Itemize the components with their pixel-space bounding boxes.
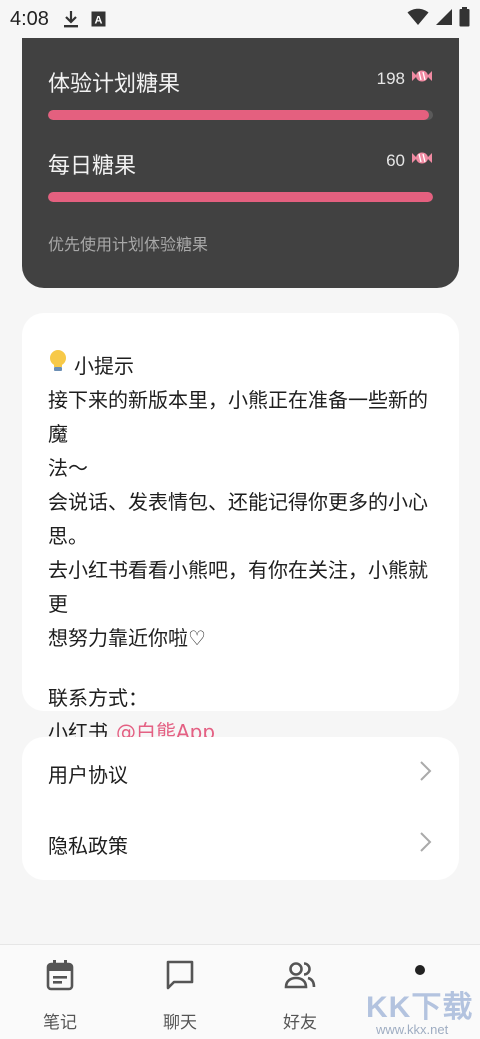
daily-candy-progress (48, 192, 433, 202)
calendar-icon (46, 959, 74, 996)
status-time: 4:08 (10, 7, 49, 30)
chevron-right-icon (419, 760, 433, 787)
svg-text:A: A (94, 15, 102, 27)
daily-candy-row: 每日糖果 60 (48, 148, 433, 202)
trial-candy-label: 体验计划糖果 (48, 72, 181, 97)
nav-friends-label: 好友 (283, 1013, 317, 1033)
bottom-nav: 笔记 聊天 好友 (0, 944, 480, 1039)
nav-tab-notes[interactable]: 笔记 (0, 959, 120, 1033)
a-box-icon: A (91, 11, 106, 27)
trial-candy-progress (48, 110, 433, 120)
links-card: 用户协议 隐私政策 (22, 737, 459, 880)
candy-card: 体验计划糖果 198 每日糖果 60 优先使用计划体验糖果 (22, 38, 459, 288)
tips-line: 接下来的新版本里，小熊正在准备一些新的魔 (48, 388, 428, 446)
contact-label: 联系方式： (48, 686, 148, 710)
download-icon (63, 10, 79, 28)
daily-candy-count-value: 60 (386, 150, 405, 170)
trial-candy-count-value: 198 (376, 68, 405, 88)
nav-tab-profile-dot[interactable] (415, 965, 425, 975)
candy-icon (411, 150, 433, 171)
tips-line: 会说话、发表情包、还能记得你更多的小心 (48, 490, 428, 514)
privacy-policy-label: 隐私政策 (48, 833, 128, 858)
trial-candy-row: 体验计划糖果 198 (48, 66, 433, 120)
user-agreement-label: 用户协议 (48, 762, 128, 787)
daily-candy-progress-fill (48, 192, 433, 202)
chevron-right-icon (419, 831, 433, 858)
nav-tab-friends[interactable]: 好友 (240, 959, 360, 1033)
tips-line: 思。 (48, 524, 88, 548)
nav-notes-label: 笔记 (43, 1013, 77, 1033)
nav-tab-chat[interactable]: 聊天 (120, 959, 240, 1033)
user-agreement-row[interactable]: 用户协议 (48, 748, 433, 798)
tips-line: 去小红书看看小熊吧，有你在关注，小熊就更 (48, 558, 428, 616)
lightbulb-icon (48, 349, 68, 383)
signal-icon (435, 8, 453, 30)
candy-icon (411, 68, 433, 89)
battery-icon (459, 7, 470, 31)
tips-title-row: 小提示 (48, 349, 433, 383)
tips-line: 法～ (48, 456, 88, 480)
wifi-icon (407, 8, 429, 30)
nav-chat-label: 聊天 (163, 1013, 197, 1033)
tips-card: 小提示 接下来的新版本里，小熊正在准备一些新的魔 法～ 会说话、发表情包、还能记… (22, 313, 459, 744)
tips-line: 想努力靠近你啦♡ (48, 626, 206, 650)
status-bar: 4:08 A (0, 0, 480, 38)
chat-bubble-icon (165, 959, 195, 996)
privacy-policy-row[interactable]: 隐私政策 (48, 819, 433, 869)
daily-candy-label: 每日糖果 (48, 154, 137, 179)
friends-icon (284, 959, 316, 996)
trial-candy-progress-fill (48, 110, 430, 120)
tips-title: 小提示 (74, 354, 134, 378)
candy-priority-note: 优先使用计划体验糖果 (48, 235, 209, 254)
daily-candy-count: 60 (386, 150, 433, 171)
trial-candy-count: 198 (377, 68, 433, 89)
